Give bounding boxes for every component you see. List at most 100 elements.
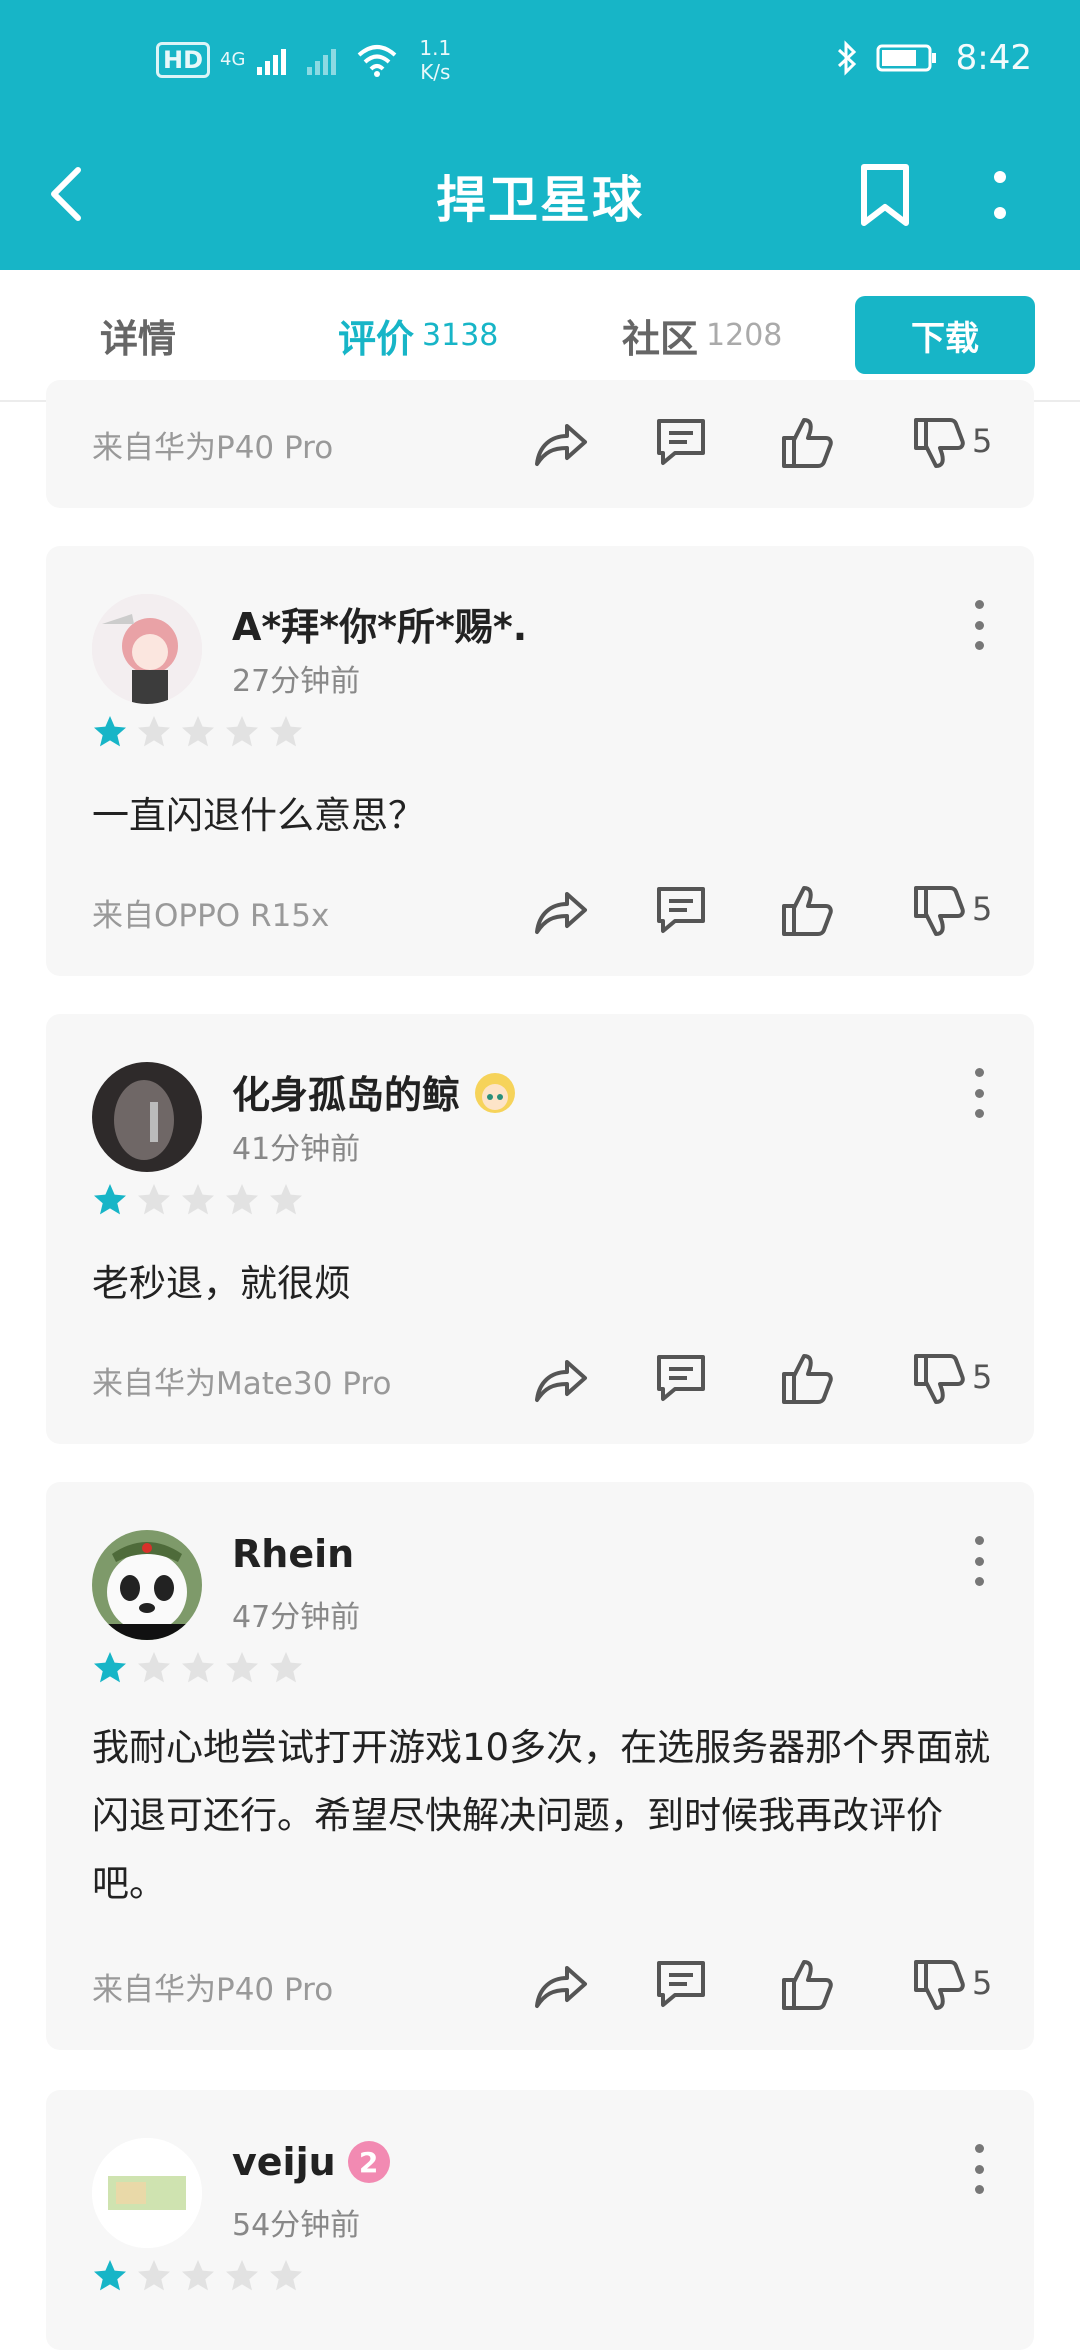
avatar[interactable]: [92, 1530, 202, 1640]
like-button[interactable]: [776, 412, 838, 474]
bookmark-icon: [861, 164, 909, 226]
avatar[interactable]: [92, 2138, 202, 2248]
more-options-button[interactable]: [970, 150, 1030, 240]
avatar-image: [92, 1530, 202, 1640]
comment-button[interactable]: [650, 412, 712, 474]
network-speed: 1.1 K/s: [419, 36, 451, 84]
star-empty-icon: [138, 716, 170, 747]
review-time: 54分钟前: [232, 2208, 361, 2243]
share-icon: [535, 424, 587, 466]
comment-button[interactable]: [650, 1954, 712, 2016]
character-emoji-icon: [475, 1072, 516, 1113]
review-more-button[interactable]: [964, 1536, 994, 1586]
username[interactable]: 化身孤岛的鲸: [232, 1064, 518, 1119]
review-footer: 来自华为P40 Pro 5: [46, 408, 1034, 478]
review-card: 来自华为P40 Pro 5: [46, 380, 1034, 508]
app-header: HD 4G 1.1 K/s 8:42 捍卫星球: [0, 0, 1080, 270]
device-label: 来自华为Mate30 Pro: [92, 1366, 392, 1402]
thumbs-down-icon: [914, 1960, 965, 2010]
star-filled-icon: [94, 1652, 126, 1683]
share-button[interactable]: [530, 1954, 592, 2016]
avatar-image: [92, 594, 202, 704]
review-more-button[interactable]: [964, 2144, 994, 2194]
avatar-image: [92, 2138, 202, 2248]
like-button[interactable]: [776, 1348, 838, 1410]
review-text: 我耐心地尝试打开游戏10多次，在选服务器那个界面就闪退可还行。希望尽快解决问题，…: [92, 1726, 991, 1905]
like-button[interactable]: [776, 1954, 838, 2016]
share-button[interactable]: [530, 1348, 592, 1410]
share-icon: [535, 1360, 587, 1402]
dislike-button[interactable]: [908, 1954, 970, 2016]
star-filled-icon: [94, 2260, 126, 2291]
star-empty-icon: [270, 2260, 302, 2291]
comment-icon: [657, 419, 705, 465]
dislike-button[interactable]: [908, 412, 970, 474]
avatar[interactable]: [92, 1062, 202, 1172]
comment-icon: [657, 887, 705, 933]
username[interactable]: veiju 2: [232, 2140, 390, 2184]
like-button[interactable]: [776, 880, 838, 942]
network-type: 4G: [220, 49, 246, 70]
rating-stars: [92, 714, 304, 750]
rating-stars: [92, 2258, 304, 2294]
bookmark-button[interactable]: [850, 150, 920, 240]
review-card: 化身孤岛的鲸 41分钟前 老秒退，就很烦 来自华为Mate30 Pro 5: [46, 1014, 1034, 1444]
dislike-count: 5: [972, 1964, 993, 2002]
username-text: A*拜*你*所*赐*.: [232, 605, 528, 649]
dislike-button[interactable]: [908, 880, 970, 942]
star-empty-icon: [270, 716, 302, 747]
comment-icon: [657, 1961, 705, 2007]
username[interactable]: A*拜*你*所*赐*.: [232, 596, 527, 651]
comment-button[interactable]: [650, 880, 712, 942]
review-more-button[interactable]: [964, 600, 994, 650]
star-filled-icon: [94, 716, 126, 747]
signal-empty-icon: [307, 49, 337, 75]
username-text: veiju: [232, 2140, 336, 2184]
tab-label: 社区: [622, 316, 699, 361]
star-empty-icon: [182, 2260, 214, 2291]
comment-icon: [657, 1355, 705, 1401]
star-empty-icon: [138, 1184, 170, 1215]
tab-count: 1208: [706, 317, 783, 353]
thumbs-down-icon: [914, 1354, 965, 1404]
review-more-button[interactable]: [964, 1068, 994, 1118]
star-empty-icon: [270, 1184, 302, 1215]
thumbs-up-icon: [782, 886, 833, 936]
review-footer: 来自华为Mate30 Pro 5: [46, 1344, 1034, 1414]
thumbs-up-icon: [782, 418, 833, 468]
username[interactable]: Rhein: [232, 1532, 354, 1576]
review-time: 41分钟前: [232, 1132, 361, 1167]
dislike-count: 5: [972, 1358, 993, 1396]
avatar-image: [92, 1062, 202, 1172]
review-text: 一直闪退什么意思？: [92, 794, 425, 837]
share-icon: [535, 1966, 587, 2008]
thumbs-up-icon: [782, 1960, 833, 2010]
clock: 8:42: [955, 38, 1032, 78]
username-text: Rhein: [232, 1532, 355, 1576]
tab-count: 3138: [422, 317, 499, 353]
rating-stars: [92, 1650, 304, 1686]
thumbs-down-icon: [914, 418, 965, 468]
speed-value: 1.1: [419, 36, 452, 60]
star-empty-icon: [226, 716, 258, 747]
avatar[interactable]: [92, 594, 202, 704]
review-card: A*拜*你*所*赐*. 27分钟前 一直闪退什么意思？ 来自OPPO R15x …: [46, 546, 1034, 976]
share-button[interactable]: [530, 880, 592, 942]
review-time: 47分钟前: [232, 1600, 361, 1635]
wifi-icon: [358, 45, 397, 77]
star-empty-icon: [182, 1184, 214, 1215]
bluetooth-icon: [837, 40, 856, 76]
review-text: 老秒退，就很烦: [92, 1262, 351, 1305]
device-label: 来自OPPO R15x: [92, 898, 330, 934]
dislike-button[interactable]: [908, 1348, 970, 1410]
download-button[interactable]: 下载: [855, 296, 1035, 374]
device-label: 来自华为P40 Pro: [92, 430, 334, 466]
share-button[interactable]: [530, 412, 592, 474]
comment-button[interactable]: [650, 1348, 712, 1410]
share-icon: [535, 892, 587, 934]
dislike-count: 5: [972, 422, 993, 460]
review-card: veiju 2 54分钟前: [46, 2090, 1034, 2350]
username-text: 化身孤岛的鲸: [232, 1073, 461, 1117]
dislike-count: 5: [972, 890, 993, 928]
status-bar: HD 4G 1.1 K/s 8:42: [0, 0, 1080, 126]
